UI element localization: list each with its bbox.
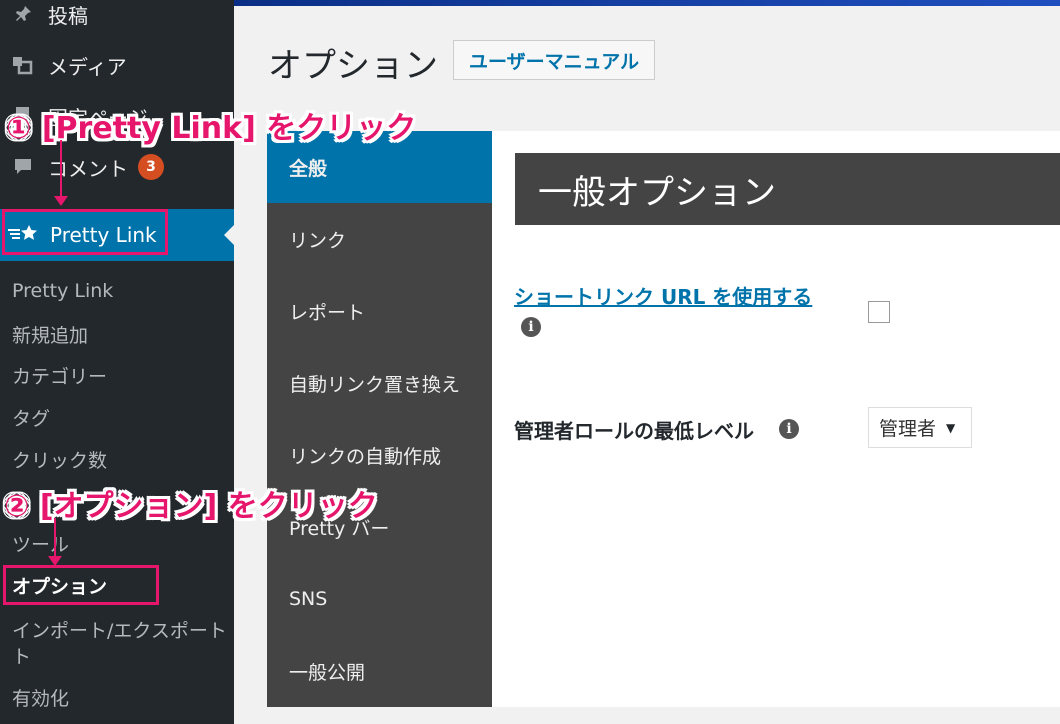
sidebar-item-label: 投稿: [48, 3, 88, 28]
current-menu-arrow: [224, 225, 234, 245]
chevron-down-icon: ▼: [946, 420, 956, 435]
annotation-step2: ② [オプション] をクリック: [4, 489, 378, 524]
submenu-pretty-link[interactable]: Pretty Link: [12, 280, 113, 302]
user-manual-button[interactable]: ユーザーマニュアル: [453, 40, 655, 80]
info-icon[interactable]: i: [521, 317, 541, 337]
submenu-tags[interactable]: タグ: [12, 404, 50, 431]
section-title: 一般オプション: [515, 153, 1060, 225]
tab-auto-replace[interactable]: 自動リンク置き換え: [267, 347, 492, 419]
annotation-arrow-2: [48, 518, 62, 566]
info-icon[interactable]: i: [779, 419, 799, 439]
media-icon: [8, 55, 38, 75]
submenu-tools[interactable]: ツール: [12, 530, 69, 557]
sidebar-item-posts[interactable]: 投稿: [0, 0, 234, 34]
annotation-arrow-1: [54, 140, 68, 206]
submenu-import-export-wrap: ト: [12, 646, 32, 668]
shortlink-url-label[interactable]: ショートリンク URL を使用する: [514, 281, 812, 310]
tab-sns[interactable]: SNS: [267, 563, 492, 635]
submenu-add-new[interactable]: 新規追加: [12, 321, 88, 348]
submenu-clicks[interactable]: クリック数: [12, 446, 107, 473]
top-strip: [234, 0, 1060, 6]
comment-icon: [8, 157, 38, 177]
comment-count-badge: 3: [138, 154, 164, 180]
tab-links[interactable]: リンク: [267, 203, 492, 275]
min-role-label: 管理者ロールの最低レベル: [514, 419, 754, 443]
options-panel: 一般オプション ショートリンク URL を使用する i 管理者ロールの最低レベル…: [492, 131, 1060, 707]
shortlink-url-checkbox[interactable]: [868, 301, 890, 323]
min-role-select[interactable]: 管理者 ▼: [868, 407, 972, 448]
min-role-value: 管理者: [879, 418, 937, 440]
submenu-categories[interactable]: カテゴリー: [12, 362, 107, 389]
tab-reports[interactable]: レポート: [267, 275, 492, 347]
annotation-box-options: [3, 565, 159, 605]
annotation-box-pretty-link: [2, 209, 168, 255]
submenu-activate[interactable]: 有効化: [12, 684, 69, 711]
sidebar-item-media[interactable]: メディア: [0, 45, 234, 85]
page-title: オプション: [268, 46, 438, 86]
pin-icon: [8, 4, 38, 24]
options-nav: 全般 リンク レポート 自動リンク置き換え リンクの自動作成 Pretty バー…: [267, 131, 492, 707]
sidebar-item-label: メディア: [48, 54, 127, 79]
sidebar-item-comments[interactable]: コメント 3: [0, 147, 234, 187]
submenu-import-export[interactable]: インポート/エクスポート: [12, 616, 227, 643]
tab-public[interactable]: 一般公開: [267, 635, 492, 707]
annotation-step1: ① [Pretty Link] をクリック: [6, 111, 417, 146]
